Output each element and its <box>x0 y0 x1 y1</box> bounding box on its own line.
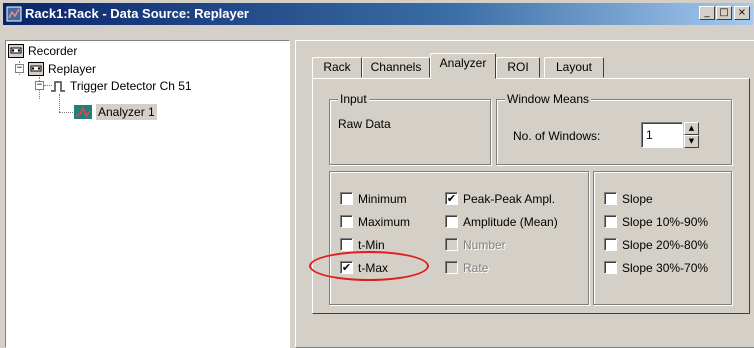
app-window: Rack1:Rack - Data Source: Replayer _ □ ×… <box>0 0 754 348</box>
slope-group: Slope Slope 10%-90% Slope 20%-80% Slope … <box>593 171 732 305</box>
number-label: Number <box>463 238 506 252</box>
close-button[interactable]: × <box>734 6 750 20</box>
tree-label-replayer: Replayer <box>48 62 97 76</box>
analyzer-icon <box>74 105 92 119</box>
replayer-icon <box>28 62 44 76</box>
minimum-label: Minimum <box>358 192 407 206</box>
maximum-check-box[interactable] <box>340 215 353 228</box>
tmin-check-box[interactable] <box>340 238 353 251</box>
maximize-button[interactable]: □ <box>716 6 732 20</box>
peak-peak-check-box[interactable]: ✔ <box>445 192 458 205</box>
maximum-label: Maximum <box>358 215 411 229</box>
rack-app-icon <box>6 6 22 22</box>
slope-30-70-label: Slope 30%-70% <box>622 261 709 275</box>
tab-analyzer[interactable]: Analyzer <box>430 53 496 79</box>
windows-count-input[interactable] <box>641 122 683 148</box>
input-value: Raw Data <box>338 117 391 131</box>
spin-down-button[interactable]: ▼ <box>684 135 699 148</box>
tab-layout[interactable]: Layout <box>544 57 604 78</box>
window-title: Rack1:Rack - Data Source: Replayer <box>25 6 249 21</box>
spin-up-button[interactable]: ▲ <box>684 122 699 135</box>
windows-count-spinner[interactable]: ▲ ▼ <box>641 122 699 148</box>
window-means-title: Window Means <box>505 92 592 106</box>
tab-channels[interactable]: Channels <box>362 57 430 78</box>
tree-line <box>59 112 73 113</box>
tree-label-recorder: Recorder <box>28 44 78 58</box>
rate-label: Rate <box>463 261 489 275</box>
measures-group: Minimum Maximum t-Min ✔ t-Max ✔ Peak-Pea… <box>329 171 589 305</box>
slope-check-box[interactable] <box>604 192 617 205</box>
number-check-box <box>445 238 458 251</box>
tree-label-trigger: Trigger Detector Ch 51 <box>70 79 192 93</box>
highlight-annotation <box>309 251 429 281</box>
trigger-icon <box>51 81 65 92</box>
slope-20-80-check-box[interactable] <box>604 238 617 251</box>
tree-expander-trigger[interactable]: − <box>35 81 44 90</box>
recorder-icon <box>8 44 24 58</box>
input-group: Input Raw Data <box>329 92 491 165</box>
rate-check-box <box>445 261 458 274</box>
peak-peak-label: Peak-Peak Ampl. <box>463 192 556 206</box>
slope-10-90-check-box[interactable] <box>604 215 617 228</box>
tab-rack[interactable]: Rack <box>312 57 362 78</box>
slope-10-90-label: Slope 10%-90% <box>622 215 709 229</box>
slope-20-80-label: Slope 20%-80% <box>622 238 709 252</box>
properties-panel: Rack Channels Analyzer ROI Layout Input … <box>295 40 754 348</box>
minimize-button[interactable]: _ <box>699 6 715 20</box>
tree-expander-replayer[interactable]: − <box>15 64 24 73</box>
amplitude-check-box[interactable] <box>445 215 458 228</box>
rack-tree-view[interactable]: Recorder − Replayer − Trigger Detector C… <box>5 40 290 348</box>
windows-count-label: No. of Windows: <box>513 129 601 143</box>
tree-line <box>59 94 60 112</box>
window-means-group: Window Means No. of Windows: ▲ ▼ <box>496 92 732 165</box>
slope-30-70-check-box[interactable] <box>604 261 617 274</box>
slope-label: Slope <box>622 192 653 206</box>
title-bar[interactable]: Rack1:Rack - Data Source: Replayer _ □ × <box>3 3 753 25</box>
amplitude-label: Amplitude (Mean) <box>463 215 558 229</box>
tab-roi[interactable]: ROI <box>496 57 540 78</box>
minimum-check-box[interactable] <box>340 192 353 205</box>
input-group-title: Input <box>338 92 369 106</box>
tree-label-analyzer: Analyzer 1 <box>96 104 157 120</box>
